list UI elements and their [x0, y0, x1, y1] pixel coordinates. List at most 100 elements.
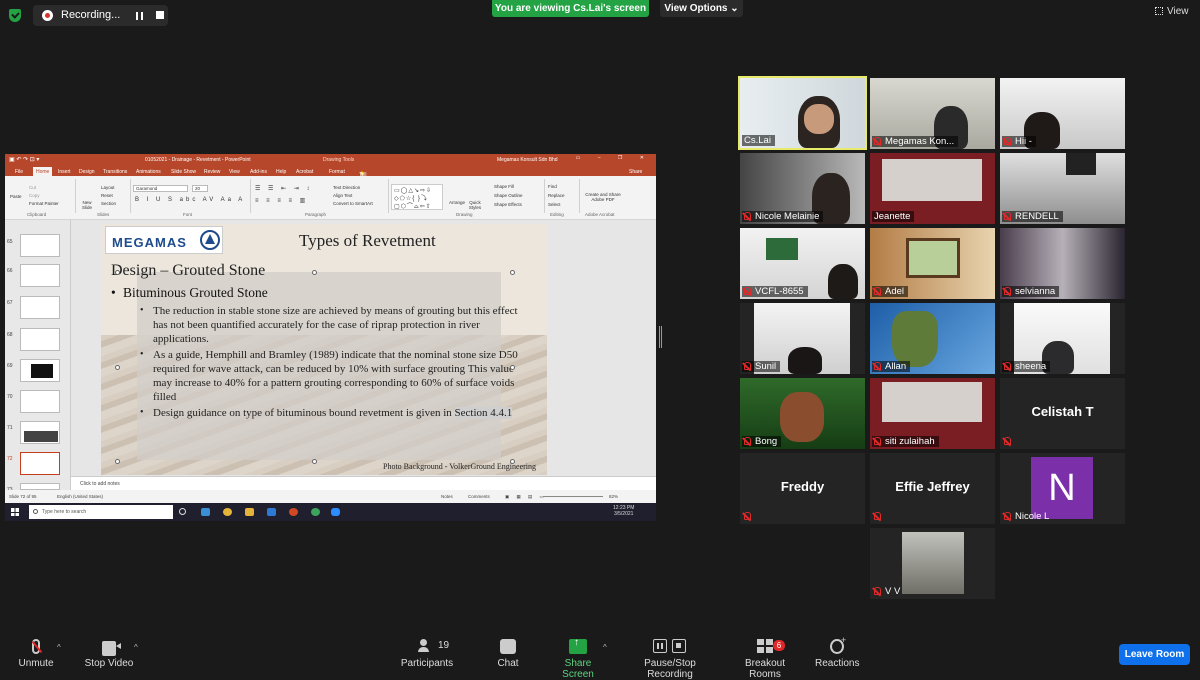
pause-recording-icon[interactable] [136, 12, 143, 20]
tab-review[interactable]: Review [204, 169, 220, 175]
leave-room-button[interactable]: Leave Room [1119, 644, 1190, 665]
app-icon[interactable] [311, 508, 320, 516]
tab-format[interactable]: Format [329, 169, 345, 175]
participant-tile[interactable]: Jeanette [870, 153, 995, 224]
comments-toggle[interactable]: Comments [468, 494, 490, 499]
bullet-heading[interactable]: Bituminous Grouted Stone [111, 285, 268, 301]
convert-smartart-button[interactable]: Convert to SmartArt [333, 201, 373, 206]
shape-outline-button[interactable]: Shape Outline [494, 193, 523, 198]
share-button[interactable]: Share [629, 169, 642, 175]
chrome-icon[interactable] [223, 508, 232, 516]
cut-button[interactable]: Cut [29, 185, 36, 190]
file-explorer-icon[interactable] [245, 508, 254, 516]
bullet-paragraph[interactable]: Design guidance on type of bituminous bo… [140, 406, 523, 420]
slide-thumbnail[interactable] [20, 421, 60, 444]
chat-button[interactable]: Chat [496, 639, 520, 669]
quick-styles-button[interactable]: Quick Styles [468, 200, 482, 210]
participant-tile[interactable]: Megamas Kon... [870, 78, 995, 149]
participant-tile-active-speaker[interactable]: Cs.Lai [738, 76, 867, 150]
arrange-button[interactable]: Arrange [449, 200, 465, 205]
slide-thumbnail[interactable] [20, 234, 60, 257]
breakout-rooms-button[interactable]: Breakout Rooms [729, 639, 801, 680]
powerpoint-icon[interactable] [289, 508, 298, 516]
shapes-gallery[interactable]: ▭◯△↘⇨⇩ ◇⬠☆{ }⤵ ▢⬡⌒⌓⇦⇧ [391, 184, 443, 210]
slide-thumbnail-selected[interactable] [20, 452, 60, 475]
participant-tile[interactable]: VCFL-8655 [740, 228, 865, 299]
align-text-button[interactable]: Align Text [333, 193, 352, 198]
splitter-handle[interactable] [659, 326, 662, 348]
slide-thumbnail[interactable] [20, 359, 60, 382]
participant-tile[interactable]: selvianna [1000, 228, 1125, 299]
tab-transitions[interactable]: Transitions [103, 169, 127, 175]
participant-tile[interactable]: RENDELL [1000, 153, 1125, 224]
participant-tile[interactable]: Adel [870, 228, 995, 299]
copy-button[interactable]: Copy [29, 193, 40, 198]
font-size-box[interactable]: 20 [192, 185, 208, 192]
tab-view[interactable]: View [229, 169, 240, 175]
security-shield-icon[interactable] [9, 9, 21, 22]
shape-effects-button[interactable]: Shape Effects [494, 202, 522, 207]
notes-toggle[interactable]: Notes [441, 494, 453, 499]
video-options-chevron-icon[interactable]: ^ [134, 643, 138, 652]
section-button[interactable]: Section [101, 201, 116, 206]
zoom-slider[interactable] [543, 496, 603, 497]
quick-access-toolbar[interactable]: ▣ ↶ ↷ ⊡ ▾ [9, 156, 39, 163]
shape-fill-button[interactable]: Shape Fill [494, 184, 514, 189]
taskbar-search-box[interactable]: Type here to search [29, 505, 173, 519]
participant-tile[interactable]: Nicole Melainie [740, 153, 865, 224]
word-icon[interactable] [267, 508, 276, 516]
audio-options-chevron-icon[interactable]: ^ [57, 643, 61, 652]
tab-help[interactable]: Help [276, 169, 286, 175]
tab-animations[interactable]: Animations [136, 169, 161, 175]
selected-text[interactable]: Section 4.4.1 [454, 407, 513, 419]
list-buttons[interactable]: ☰ ☰ ⇤ ⇥ ↕ [255, 185, 312, 192]
task-view-icon[interactable] [179, 508, 186, 515]
tab-insert[interactable]: Insert [58, 169, 71, 175]
notes-pane[interactable]: Click to add notes [71, 476, 656, 490]
bullet-paragraph[interactable]: As a guide, Hemphill and Bramley (1989) … [140, 348, 523, 404]
window-controls[interactable]: ▭ – ❐ ✕ [576, 155, 652, 161]
share-screen-button[interactable]: Share Screen [549, 637, 607, 680]
taskbar-clock[interactable]: 12:23 PM 3/5/2021 [613, 505, 634, 517]
tab-add-ins[interactable]: Add-ins [250, 169, 267, 175]
tab-acrobat[interactable]: Acrobat [296, 169, 313, 175]
reset-button[interactable]: Reset [101, 193, 113, 198]
participant-tile[interactable]: Sunil [740, 303, 865, 374]
reactions-button[interactable]: Reactions [815, 635, 859, 669]
select-button[interactable]: Select [548, 202, 561, 207]
shared-screen[interactable]: ▣ ↶ ↷ ⊡ ▾ 01052021 - Drainage - Revetmen… [5, 154, 656, 521]
layout-button[interactable]: Layout [101, 185, 115, 190]
mail-icon[interactable] [201, 508, 210, 516]
view-layout-button[interactable]: View [1155, 6, 1189, 17]
current-slide[interactable]: MEGAMAS Types of Revetment Design – Grou… [101, 224, 547, 475]
share-options-chevron-icon[interactable]: ^ [603, 643, 607, 652]
align-buttons[interactable]: ≡ ≡ ≡ ≡ ▥ [255, 197, 308, 204]
participant-tile[interactable]: siti zulaihah [870, 378, 995, 449]
tab-slide-show[interactable]: Slide Show [171, 169, 196, 175]
slide-thumbnail[interactable] [20, 264, 60, 287]
format-painter-button[interactable]: Format Painter [29, 201, 59, 206]
slide-thumbnail[interactable] [20, 390, 60, 413]
participant-tile[interactable]: Celistah T [1000, 378, 1125, 449]
paste-button[interactable]: Paste [10, 194, 22, 199]
tab-file[interactable]: File [15, 169, 23, 175]
create-pdf-button[interactable]: Create and Share Adobe PDF [583, 192, 623, 202]
new-slide-button[interactable]: New Slide [79, 200, 95, 210]
tab-design[interactable]: Design [79, 169, 95, 175]
windows-start-icon[interactable] [11, 508, 19, 516]
view-options-button[interactable]: View Options ⌄ [660, 0, 743, 17]
participant-tile[interactable]: Hii - [1000, 78, 1125, 149]
pause-stop-recording-button[interactable]: Pause/Stop Recording [622, 639, 718, 680]
slide-thumbnail[interactable] [20, 328, 60, 351]
participant-tile[interactable]: Effie Jeffrey [870, 453, 995, 524]
slide-title[interactable]: Types of Revetment [299, 231, 436, 251]
font-name-box[interactable]: Garamond [133, 185, 188, 192]
slide-subtitle[interactable]: Design – Grouted Stone [111, 262, 265, 280]
zoom-app-icon[interactable] [331, 508, 340, 516]
stop-recording-icon[interactable] [156, 11, 164, 19]
text-direction-button[interactable]: Text Direction [333, 185, 360, 190]
slide-editor[interactable]: MEGAMAS Types of Revetment Design – Grou… [71, 220, 656, 490]
slide-thumbnail[interactable] [20, 483, 60, 490]
participant-tile[interactable]: Bong [740, 378, 865, 449]
participant-tile[interactable]: Freddy [740, 453, 865, 524]
